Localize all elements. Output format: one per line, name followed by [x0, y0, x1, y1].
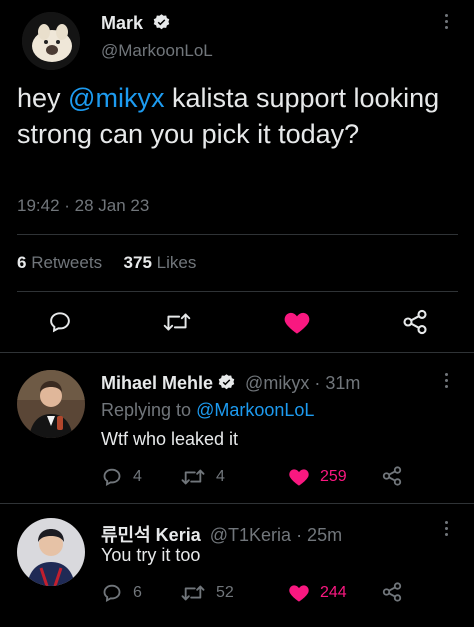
reply-icon: [50, 312, 70, 333]
reply-author-handle[interactable]: @T1Keria: [210, 525, 291, 545]
retweet-icon: [181, 585, 205, 601]
reply-author-name[interactable]: Mihael Mehle: [101, 373, 213, 393]
like-count: 244: [320, 583, 347, 601]
reply-reply-button[interactable]: 6: [101, 582, 142, 604]
author-name-row: Mark: [101, 13, 171, 34]
reply-share-button[interactable]: [381, 465, 403, 487]
divider: [17, 291, 458, 292]
author-handle[interactable]: @MarkoonLoL: [101, 41, 213, 61]
reply-like-button[interactable]: 259: [288, 466, 347, 487]
likes-stat[interactable]: 375 Likes: [124, 253, 197, 272]
like-heart-icon: [284, 312, 310, 334]
retweet-count: 4: [216, 468, 225, 485]
reply-author-handle[interactable]: @mikyx: [245, 373, 309, 393]
like-heart-icon: [289, 585, 309, 602]
reply-retweet-button[interactable]: 52: [180, 582, 234, 604]
mention-link[interactable]: @mikyx: [68, 83, 164, 113]
reply-avatar[interactable]: [17, 370, 85, 438]
replying-to-line: Replying to @MarkoonLoL: [101, 400, 315, 420]
share-icon: [382, 582, 402, 602]
engagement-stats: 6 Retweets 375 Likes: [17, 253, 196, 273]
retweet-button[interactable]: [162, 309, 192, 335]
verified-badge-icon: [153, 14, 170, 30]
more-options-icon[interactable]: [445, 521, 449, 539]
share-button[interactable]: [401, 308, 429, 336]
reply-time[interactable]: · 31m: [314, 373, 360, 393]
verified-badge-icon: [218, 374, 235, 390]
reply-icon: [103, 468, 121, 486]
like-count: 259: [320, 467, 347, 485]
person-avatar-image: [17, 370, 85, 438]
retweet-count: 52: [216, 584, 234, 601]
divider: [0, 352, 474, 353]
author-avatar[interactable]: [22, 12, 80, 70]
retweet-icon: [163, 313, 191, 331]
divider: [17, 234, 458, 235]
reply-text: Wtf who leaked it: [101, 429, 239, 449]
share-icon: [403, 309, 427, 335]
reply-time[interactable]: · 25m: [296, 525, 342, 545]
retweet-icon: [181, 469, 205, 485]
like-heart-icon: [289, 469, 309, 486]
reply-author-name[interactable]: 류민석 Keria: [101, 525, 201, 545]
more-options-icon[interactable]: [445, 14, 449, 32]
retweets-stat[interactable]: 6 Retweets: [17, 253, 102, 272]
reply-reply-button[interactable]: 4: [101, 466, 142, 488]
reply-share-button[interactable]: [381, 581, 403, 603]
reply-button[interactable]: [47, 309, 73, 335]
reply-count: 6: [133, 584, 142, 601]
reply-count: 4: [133, 468, 142, 485]
reply-header: Mihael Mehle @mikyx · 31m: [101, 373, 360, 394]
reply-like-button[interactable]: 244: [288, 582, 347, 603]
person-avatar-image: [17, 518, 85, 586]
cat-avatar-image: [22, 12, 80, 70]
replying-to-link[interactable]: @MarkoonLoL: [196, 400, 314, 420]
reply-header: 류민석 Keria @T1Keria · 25m: [101, 521, 342, 547]
tweet-timestamp[interactable]: 19:42 · 28 Jan 23: [17, 196, 149, 216]
more-options-icon[interactable]: [445, 373, 449, 391]
reply-retweet-button[interactable]: 4: [180, 466, 225, 488]
reply-icon: [103, 584, 121, 602]
reply-text: You try it too: [101, 545, 201, 565]
tweet-text: hey @mikyx kalista support looking stron…: [17, 83, 440, 149]
author-name[interactable]: Mark: [101, 13, 143, 33]
reply-avatar[interactable]: [17, 518, 85, 586]
like-button[interactable]: [283, 309, 311, 335]
share-icon: [382, 466, 402, 486]
divider: [0, 503, 474, 504]
